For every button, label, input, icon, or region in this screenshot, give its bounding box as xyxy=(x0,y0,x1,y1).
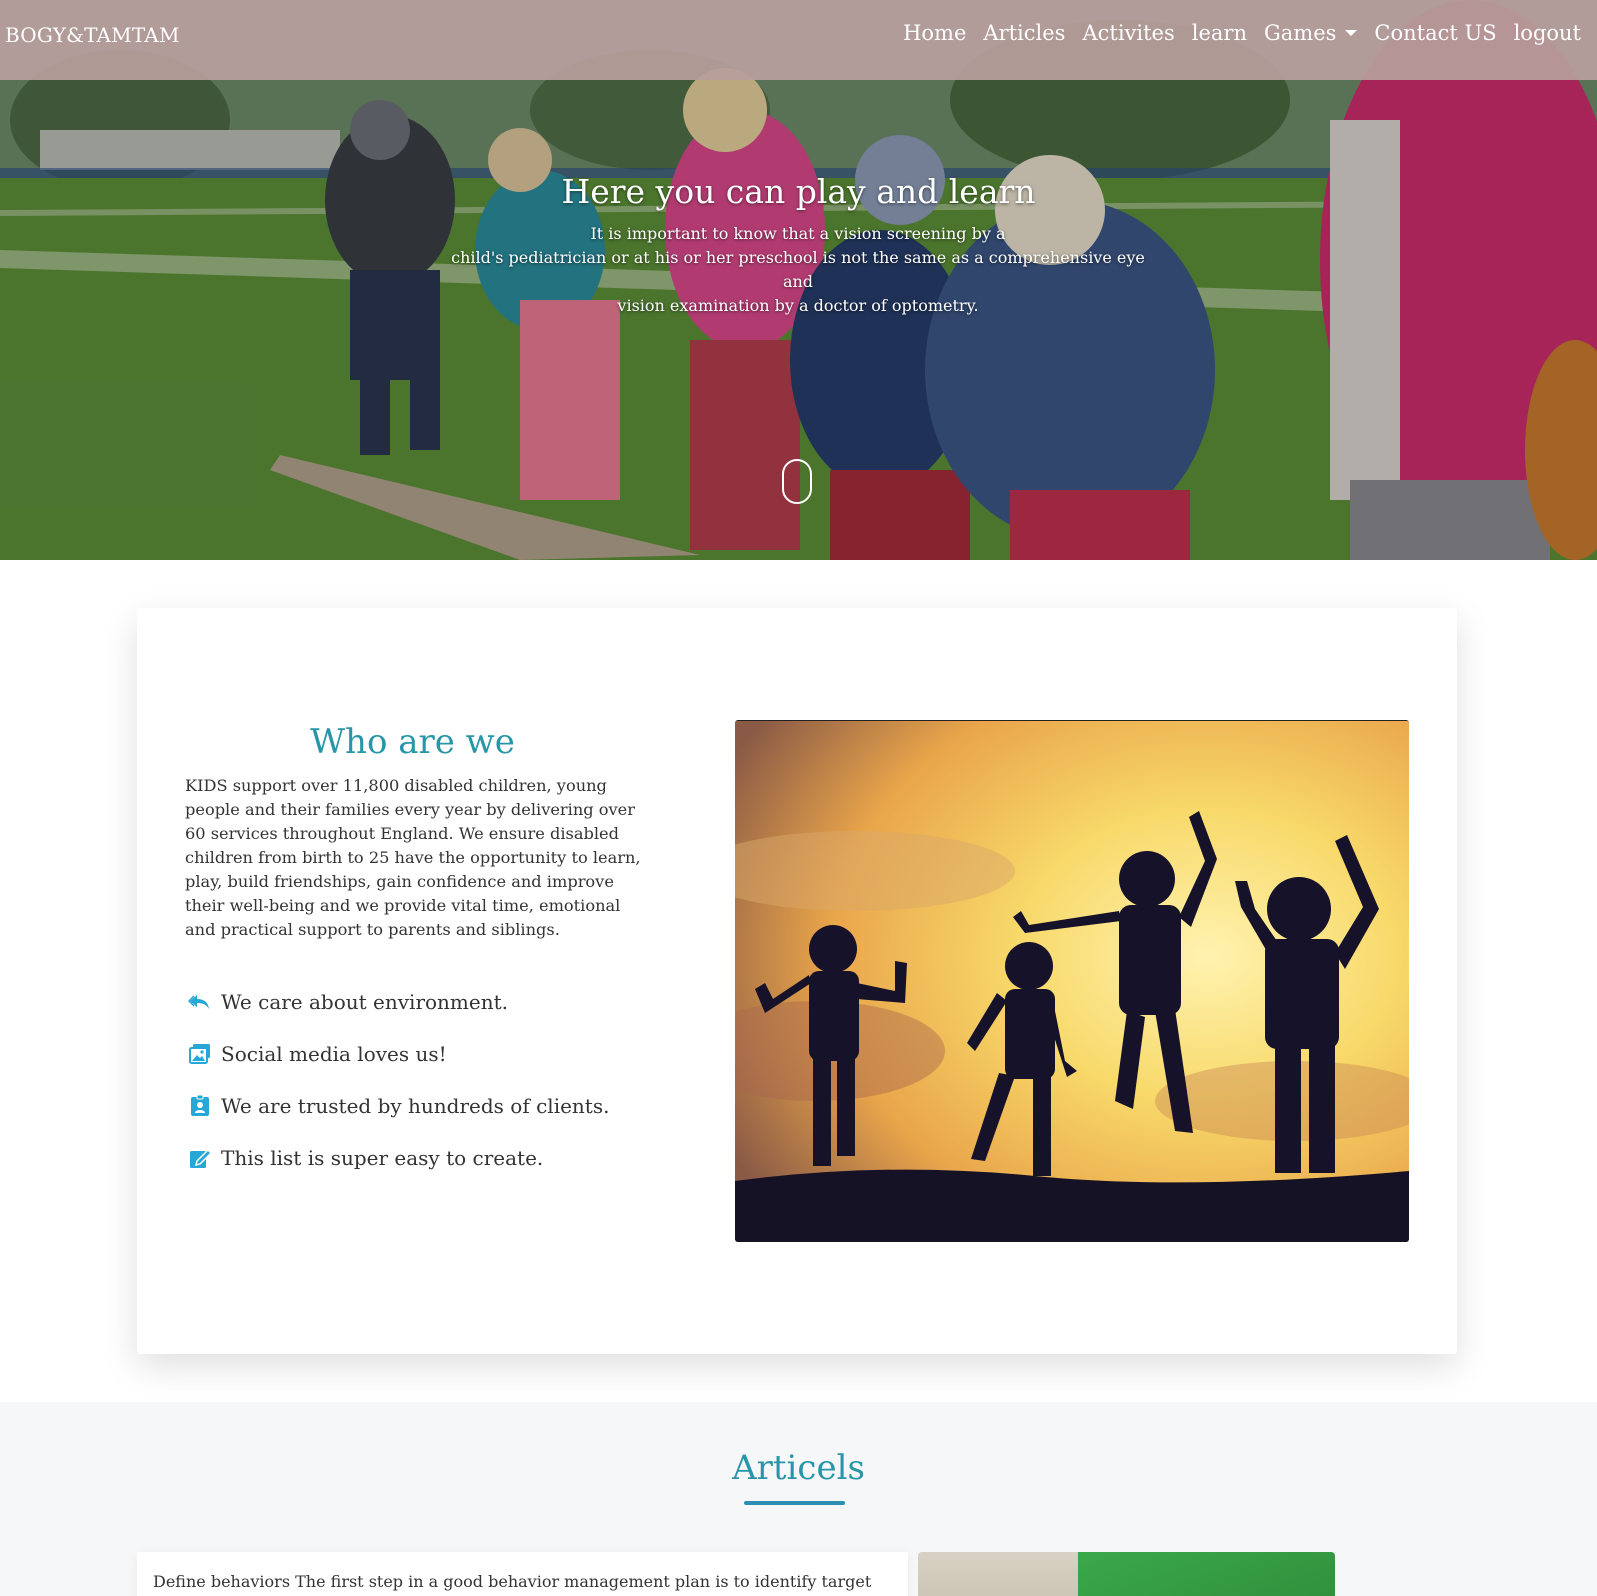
feature-item: We care about environment. xyxy=(188,990,508,1014)
reply-all-icon xyxy=(188,995,209,1009)
nav-item-activites[interactable]: Activites xyxy=(1082,21,1174,45)
hero-description: It is important to know that a vision sc… xyxy=(448,222,1148,318)
hero-banner: Here you can play and learn It is import… xyxy=(0,0,1597,560)
feature-item: Social media loves us! xyxy=(188,1042,447,1066)
images-icon xyxy=(189,1044,210,1064)
about-title: Who are we xyxy=(310,722,515,762)
caret-down-icon xyxy=(1345,29,1358,36)
article-text: Define behaviors The first step in a goo… xyxy=(153,1572,872,1591)
navbar: BOGY&TAMTAM Home Articles Activites lear… xyxy=(0,0,1597,80)
hero-text-line: It is important to know that a vision sc… xyxy=(590,224,1006,243)
feature-label: Social media loves us! xyxy=(221,1042,447,1066)
badge-icon xyxy=(191,1094,209,1116)
article-image-detail xyxy=(1078,1552,1335,1596)
title-underline xyxy=(744,1501,845,1505)
article-image[interactable] xyxy=(918,1552,1335,1596)
kids-silhouette-photo xyxy=(735,720,1409,1242)
feature-item: We are trusted by hundreds of clients. xyxy=(188,1094,609,1118)
nav-item-games-label: Games xyxy=(1264,21,1337,45)
nav-item-home[interactable]: Home xyxy=(903,21,966,45)
hero-text-line: vision examination by a doctor of optome… xyxy=(617,296,979,315)
nav-item-learn[interactable]: learn xyxy=(1192,21,1247,45)
about-text: KIDS support over 11,800 disabled childr… xyxy=(185,776,641,939)
scroll-down-indicator[interactable] xyxy=(782,459,812,504)
feature-item: This list is super easy to create. xyxy=(188,1146,543,1170)
nav-item-logout[interactable]: logout xyxy=(1514,21,1581,45)
pencil-square-icon xyxy=(190,1148,212,1168)
nav-menu: Home Articles Activites learn Games Cont… xyxy=(903,21,1581,45)
articles-title: Articels xyxy=(732,1448,865,1488)
nav-item-contact-us[interactable]: Contact US xyxy=(1374,21,1496,45)
hero-text-line: child's pediatrician or at his or her pr… xyxy=(451,248,1145,291)
hero-title: Here you can play and learn xyxy=(561,172,1036,211)
feature-label: We are trusted by hundreds of clients. xyxy=(221,1094,610,1118)
nav-item-articles[interactable]: Articles xyxy=(983,21,1065,45)
feature-label: We care about environment. xyxy=(221,990,509,1014)
nav-item-games-dropdown[interactable]: Games xyxy=(1264,21,1358,45)
brand-logo[interactable]: BOGY&TAMTAM xyxy=(5,23,180,47)
sunset-kids-image xyxy=(735,721,1409,1242)
feature-label: This list is super easy to create. xyxy=(221,1146,544,1170)
